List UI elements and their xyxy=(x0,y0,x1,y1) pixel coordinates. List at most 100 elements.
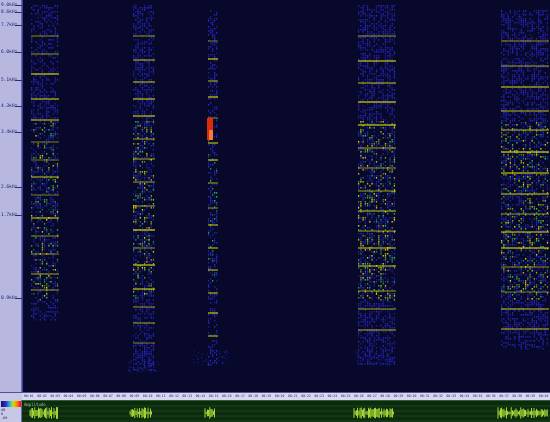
spectral-energy xyxy=(135,147,137,149)
spectral-energy xyxy=(31,183,33,185)
spectral-energy xyxy=(39,133,41,135)
spectral-energy xyxy=(522,62,525,64)
spectral-energy xyxy=(212,280,214,282)
spectral-energy xyxy=(216,290,218,292)
spectral-energy xyxy=(520,190,522,192)
spectral-energy xyxy=(146,317,148,319)
spectral-energy xyxy=(360,145,362,147)
spectral-energy xyxy=(393,185,396,187)
spectral-energy xyxy=(389,71,391,73)
spectral-energy xyxy=(39,311,41,313)
spectral-energy xyxy=(208,172,210,174)
spectral-energy xyxy=(387,197,389,199)
spectral-energy xyxy=(135,177,137,179)
spectral-energy xyxy=(380,121,382,123)
spectral-energy xyxy=(384,135,387,137)
spectral-energy xyxy=(518,284,520,286)
spectral-energy xyxy=(369,195,371,197)
spectral-energy xyxy=(360,179,362,181)
spectral-energy xyxy=(384,253,387,255)
spectral-energy xyxy=(358,349,360,351)
spectral-energy xyxy=(52,147,54,149)
spectral-energy xyxy=(31,109,33,111)
spectral-energy xyxy=(387,21,389,23)
spectral-energy xyxy=(135,111,137,113)
spectral-energy xyxy=(150,207,152,209)
spectral-energy xyxy=(373,273,375,275)
spectral-energy xyxy=(387,85,389,87)
spectral-energy xyxy=(511,60,514,62)
spectral-energy xyxy=(380,31,382,33)
spectral-energy xyxy=(148,243,150,245)
spectral-energy xyxy=(364,95,367,97)
spectral-energy xyxy=(210,32,212,34)
spectral-energy xyxy=(393,97,396,99)
spectral-energy xyxy=(389,295,391,297)
spectral-energy xyxy=(135,333,137,335)
spectral-energy xyxy=(393,139,396,141)
spectral-energy xyxy=(514,94,516,96)
spectral-energy xyxy=(216,32,218,34)
spectral-energy xyxy=(216,14,218,16)
spectral-energy xyxy=(360,47,362,49)
spectral-energy xyxy=(514,278,516,280)
spectral-energy xyxy=(35,277,37,279)
spectral-energy xyxy=(501,120,503,122)
spectral-energy xyxy=(378,165,380,167)
spectral-energy xyxy=(214,162,216,164)
spectral-energy xyxy=(384,63,387,65)
spectral-energy xyxy=(133,353,135,355)
spectral-energy xyxy=(507,250,509,252)
spectral-energy xyxy=(362,275,364,277)
spectral-energy xyxy=(518,332,520,334)
spectral-energy xyxy=(43,95,46,97)
spectral-energy xyxy=(391,55,393,57)
spectral-energy xyxy=(371,15,373,17)
spectral-energy xyxy=(371,251,373,253)
spectral-energy xyxy=(389,297,391,299)
spectral-energy xyxy=(501,82,503,84)
spectral-energy xyxy=(48,79,50,81)
spectral-energy xyxy=(371,275,373,277)
spectral-energy xyxy=(358,187,360,189)
spectral-energy xyxy=(52,225,54,227)
spectral-energy xyxy=(514,174,516,176)
spectral-energy xyxy=(210,148,212,150)
spectral-energy xyxy=(214,98,216,100)
spectral-energy xyxy=(146,353,148,355)
spectral-energy xyxy=(382,9,384,11)
spectrogram-view[interactable] xyxy=(22,0,550,392)
spectral-energy xyxy=(46,65,48,67)
spectral-energy xyxy=(522,282,525,284)
spectral-energy xyxy=(384,31,387,33)
spectral-energy xyxy=(380,159,382,161)
spectral-energy xyxy=(56,105,59,107)
spectral-energy xyxy=(518,74,520,76)
spectral-energy xyxy=(43,89,46,91)
spectral-energy xyxy=(525,88,527,90)
spectral-energy xyxy=(373,39,375,41)
spectral-energy xyxy=(369,161,371,163)
spectral-energy xyxy=(360,257,362,259)
spectral-energy xyxy=(139,313,141,315)
spectral-energy xyxy=(148,337,150,339)
spectral-energy xyxy=(507,220,509,222)
spectral-energy xyxy=(391,33,393,35)
spectral-energy xyxy=(384,39,387,41)
spectrogram-canvas[interactable] xyxy=(23,0,550,392)
spectral-energy xyxy=(522,92,525,94)
spectral-energy xyxy=(525,340,527,342)
spectral-energy xyxy=(362,193,364,195)
spectral-energy xyxy=(366,117,369,119)
spectral-energy xyxy=(144,365,146,367)
spectral-energy xyxy=(516,38,518,40)
spectral-energy xyxy=(505,226,507,228)
spectral-energy xyxy=(48,315,50,317)
spectral-energy xyxy=(366,303,369,305)
spectral-energy xyxy=(212,184,214,186)
spectral-energy xyxy=(360,201,362,203)
spectral-energy xyxy=(43,245,46,247)
spectral-energy xyxy=(391,69,393,71)
spectral-energy xyxy=(384,41,387,43)
spectral-energy xyxy=(507,74,509,76)
